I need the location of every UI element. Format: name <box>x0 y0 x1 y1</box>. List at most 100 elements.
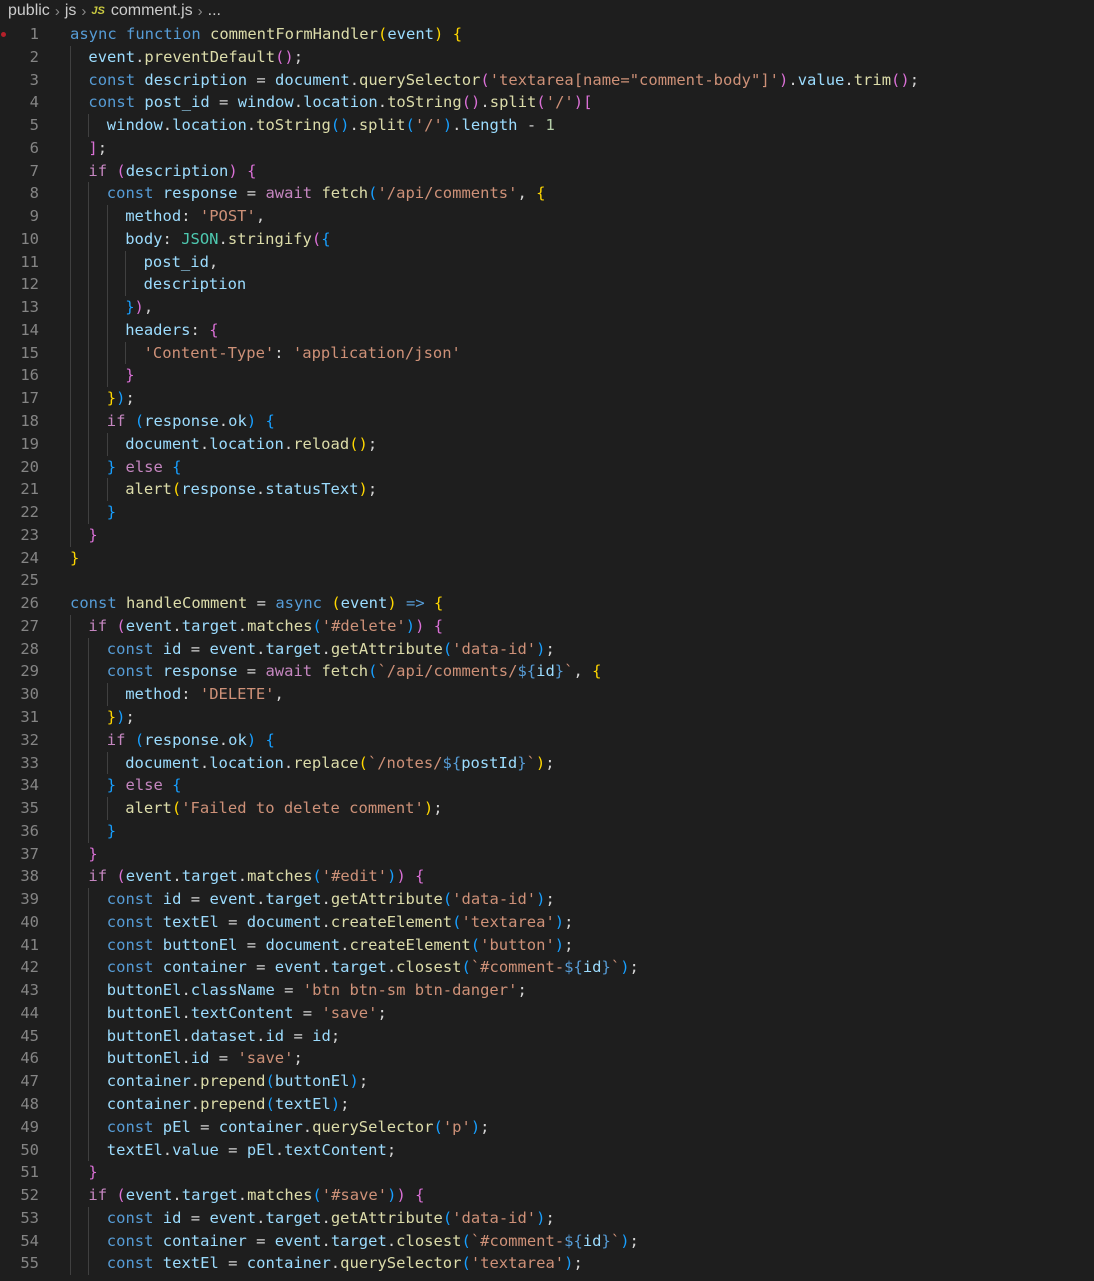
code-token: event <box>209 639 257 658</box>
code-token: = <box>181 1208 210 1227</box>
code-line[interactable]: 24} <box>0 547 1094 570</box>
code-line[interactable]: 12 description <box>0 273 1094 297</box>
breadcrumb-item-public[interactable]: public <box>8 2 50 20</box>
line-number: 40 <box>20 912 39 931</box>
code-line[interactable]: 47 container.prepend(buttonEl); <box>0 1070 1094 1093</box>
code-line[interactable]: 5 window.location.toString().split('/').l… <box>0 114 1094 137</box>
code-token: async <box>275 594 332 613</box>
code-token: ) <box>246 730 257 749</box>
indent-guide <box>88 1229 90 1253</box>
code-token: { <box>172 457 182 476</box>
indent-guide <box>70 432 71 456</box>
code-area[interactable]: 1 async function commentFormHandler(event… <box>0 23 1094 1276</box>
code-line[interactable]: 34} else { <box>0 774 1094 798</box>
code-token: closest <box>396 1231 462 1250</box>
code-line[interactable]: 30 method: 'DELETE', <box>0 683 1094 706</box>
indent-guide <box>88 660 90 684</box>
code-token: } <box>517 753 527 772</box>
code-token: description <box>125 161 229 180</box>
line-number: 7 <box>29 161 39 180</box>
indent-guide <box>88 1024 90 1048</box>
breadcrumb-item-file[interactable]: comment.js <box>111 2 193 20</box>
code-line[interactable]: 22} <box>0 501 1094 524</box>
code-line[interactable]: 23} <box>0 523 1094 547</box>
code-line[interactable]: 29 const response = await fetch(`/api/com… <box>0 660 1094 684</box>
code-token: 1 <box>545 116 555 135</box>
code-line[interactable]: 7 if (description) { <box>0 159 1094 183</box>
code-line[interactable]: 20} else { <box>0 455 1094 479</box>
code-line[interactable]: 44 buttonEl.textContent = 'save'; <box>0 1001 1094 1025</box>
code-line[interactable]: 37} <box>0 842 1094 866</box>
code-token: . <box>181 1049 191 1068</box>
code-line[interactable]: 27 if (event.target.matches('#delete')) { <box>0 614 1094 638</box>
code-line[interactable]: 16} <box>0 364 1094 388</box>
code-token: ; <box>629 1231 639 1250</box>
code-token: ( <box>116 1186 126 1205</box>
code-line[interactable]: 40 const textEl = document.createElement(… <box>0 910 1094 934</box>
code-editor[interactable]: public › js › JS comment.js › ... 1 async… <box>0 0 1094 1281</box>
line-number: 35 <box>20 799 39 818</box>
code-line[interactable]: 55 const textEl = container.querySelector… <box>0 1252 1094 1276</box>
code-line[interactable]: 43 buttonEl.className = 'btn btn-sm btn-d… <box>0 979 1094 1002</box>
code-token: createElement <box>349 935 471 954</box>
code-line[interactable]: 10 body: JSON.stringify({ <box>0 227 1094 251</box>
code-line[interactable]: 8 const response = await fetch('/api/comm… <box>0 182 1094 206</box>
code-line[interactable]: 2 event.preventDefault(); <box>0 45 1094 69</box>
code-line[interactable]: 31}); <box>0 705 1094 729</box>
code-line[interactable]: 39 const id = event.target.getAttribute('… <box>0 888 1094 911</box>
chevron-right-icon: › <box>197 2 203 20</box>
code-line[interactable]: 42 const container = event.target.closest… <box>0 956 1094 980</box>
code-text: buttonEl.textContent = 'save'; <box>107 1002 387 1025</box>
code-line[interactable]: 3 const description = document.querySelec… <box>0 68 1094 92</box>
code-token: ( <box>480 70 490 89</box>
code-text: container.prepend(textEl); <box>107 1093 350 1116</box>
indent-guide <box>70 910 71 934</box>
code-line[interactable]: 13}), <box>0 296 1094 319</box>
code-line[interactable]: 52 if (event.target.matches('#save')) { <box>0 1184 1094 1207</box>
code-token: } <box>88 1163 98 1182</box>
code-line[interactable]: 1 async function commentFormHandler(event… <box>0 23 1094 46</box>
code-line[interactable]: 41 const buttonEl = document.createElemen… <box>0 933 1094 957</box>
code-line[interactable]: 17}); <box>0 387 1094 411</box>
code-line[interactable]: 36} <box>0 819 1094 843</box>
code-line[interactable]: 18 if (response.ok) { <box>0 410 1094 433</box>
code-line[interactable]: 32 if (response.ok) { <box>0 728 1094 752</box>
code-line[interactable]: 19 document.location.reload(); <box>0 432 1094 456</box>
code-line[interactable]: 50 textEl.value = pEl.textContent; <box>0 1138 1094 1162</box>
code-line[interactable]: 45 buttonEl.dataset.id = id; <box>0 1024 1094 1048</box>
code-line[interactable]: 4 const post_id = window.location.toStrin… <box>0 91 1094 115</box>
code-line[interactable]: 38 if (event.target.matches('#edit')) { <box>0 865 1094 889</box>
code-line[interactable]: 48 container.prepend(textEl); <box>0 1092 1094 1116</box>
code-line[interactable]: 28 const id = event.target.getAttribute('… <box>0 637 1094 661</box>
line-number: 50 <box>20 1140 39 1159</box>
code-line[interactable]: 21 alert(response.statusText); <box>0 478 1094 502</box>
code-line[interactable]: 6]; <box>0 136 1094 160</box>
code-token: , <box>208 252 219 271</box>
breadcrumb-item-symbols[interactable]: ... <box>208 2 221 20</box>
code-token: = <box>209 1049 238 1068</box>
code-line[interactable]: 35 alert('Failed to delete comment'); <box>0 797 1094 820</box>
code-token: ) <box>434 25 444 43</box>
code-line[interactable]: 46 buttonEl.id = 'save'; <box>0 1047 1094 1071</box>
code-line[interactable]: 25 <box>0 569 1094 592</box>
code-line[interactable]: 15 'Content-Type': 'application/json' <box>0 341 1094 365</box>
code-line[interactable]: 54 const container = event.target.closest… <box>0 1229 1094 1253</box>
code-line[interactable]: 9 method: 'POST', <box>0 205 1094 228</box>
code-token: buttonEl <box>106 1026 182 1045</box>
code-token: ; <box>330 1026 341 1045</box>
code-line[interactable]: 26 const handleComment = async (event) =>… <box>0 592 1094 615</box>
code-line[interactable]: 53 const id = event.target.getAttribute('… <box>0 1206 1094 1230</box>
code-line[interactable]: 14 headers: { <box>0 318 1094 342</box>
code-line[interactable]: 11 post_id, <box>0 250 1094 274</box>
indent-guide <box>70 68 71 92</box>
code-token: 'save' <box>237 1049 294 1068</box>
code-token: textEl <box>106 1140 163 1159</box>
code-token: ( <box>171 799 182 818</box>
code-line[interactable]: 49 const pEl = container.querySelector('p… <box>0 1115 1094 1139</box>
code-line[interactable]: 51} <box>0 1161 1094 1185</box>
code-line[interactable]: 33 document.location.replace(`/notes/${po… <box>0 751 1094 775</box>
code-token: JSON <box>181 229 219 248</box>
breadcrumb-item-js[interactable]: js <box>65 2 77 20</box>
code-token: matches <box>247 616 313 635</box>
code-token: } <box>106 707 117 726</box>
